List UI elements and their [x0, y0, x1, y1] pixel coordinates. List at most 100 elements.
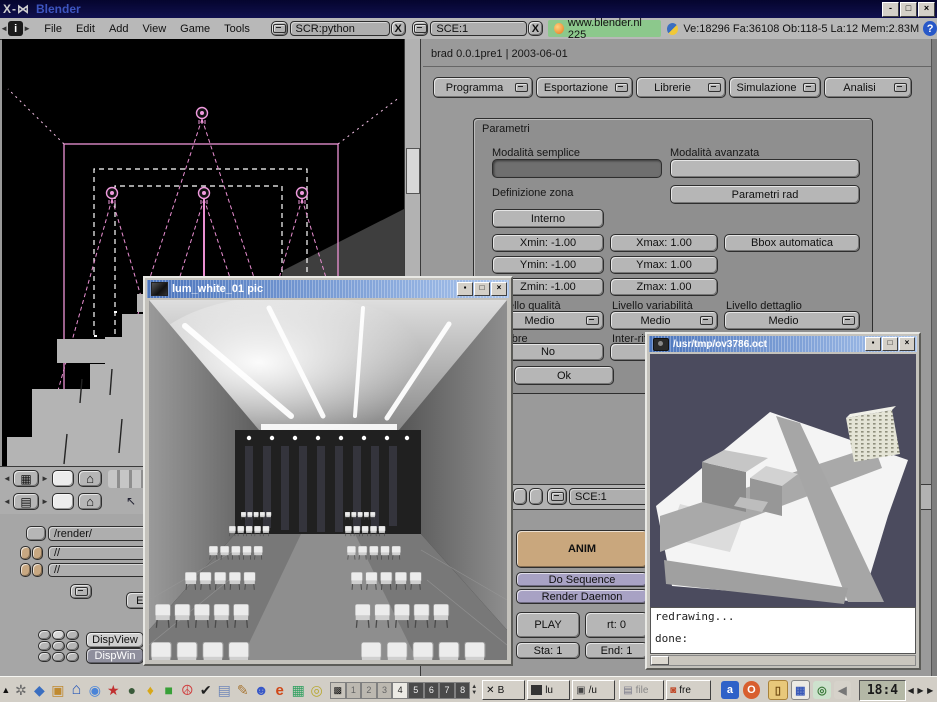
clock-prev-arrow[interactable]: ◀ — [906, 686, 916, 695]
grid-button-6[interactable] — [66, 641, 79, 651]
task-file[interactable]: ▤file — [619, 680, 664, 700]
backbuf-picker-button[interactable] — [20, 546, 31, 560]
grid-button-3[interactable] — [66, 630, 79, 640]
render-scene-field[interactable]: SCE:1 — [569, 488, 653, 505]
oct-close-button[interactable]: × — [899, 337, 915, 351]
panel-hide-arrow[interactable]: ▲ — [0, 685, 12, 695]
header1-right-arrow-icon[interactable]: ► — [41, 474, 49, 483]
pager-desktop-5[interactable]: 5 — [408, 682, 424, 699]
minimize-button[interactable]: - — [882, 2, 899, 17]
blender-link[interactable]: www.blender.nl 225 — [548, 20, 662, 37]
globe-icon[interactable]: ◉ — [86, 680, 104, 700]
pen-icon[interactable]: ✎ — [233, 680, 251, 700]
grid-button-7[interactable] — [38, 652, 51, 662]
ymax-field[interactable]: Ymax: 1.00 — [610, 256, 718, 274]
pic-maximize-button[interactable]: □ — [474, 282, 490, 296]
bird-icon[interactable]: ✔ — [197, 680, 215, 700]
render-path-picker-button[interactable] — [26, 526, 46, 541]
librerie-menu[interactable]: Librerie — [636, 77, 726, 98]
clock-next-arrow[interactable]: ▶ — [916, 686, 926, 695]
menu-game[interactable]: Game — [173, 23, 217, 35]
dispwin-button[interactable]: DispWin — [86, 648, 144, 664]
parametri-rad-button[interactable]: Parametri rad — [670, 185, 860, 204]
maximize-button[interactable]: □ — [900, 2, 917, 17]
lock-tray-icon[interactable]: a — [721, 681, 739, 699]
menu-add[interactable]: Add — [102, 23, 136, 35]
sta-field[interactable]: Sta: 1 — [516, 642, 580, 659]
home-icon[interactable]: ⌂ — [78, 470, 102, 487]
ok-button[interactable]: Ok — [514, 366, 614, 385]
scene-link-dropdown[interactable] — [70, 584, 92, 599]
header2-right-arrow-icon[interactable]: ► — [41, 497, 49, 506]
menu-right-arrow-icon[interactable]: ► — [23, 24, 31, 33]
monitor-icon[interactable]: ▦ — [289, 680, 307, 700]
viewport-scroll-thumb[interactable] — [406, 148, 420, 194]
scene-close-button[interactable]: X — [528, 21, 543, 36]
simulazione-menu[interactable]: Simulazione — [729, 77, 821, 98]
calendar-tray-icon[interactable]: ▦ — [791, 680, 811, 700]
app-menu-button[interactable]: i — [8, 21, 23, 36]
menu-edit[interactable]: Edit — [69, 23, 102, 35]
document-icon[interactable]: ▤ — [215, 680, 233, 700]
close-button[interactable]: × — [918, 2, 935, 17]
analisi-menu[interactable]: Analisi — [824, 77, 912, 98]
pager-desktop-8[interactable]: 8 — [455, 682, 471, 699]
render-scene-dropdown[interactable] — [547, 488, 567, 505]
gear-icon[interactable]: ✲ — [12, 680, 30, 700]
task-lum-window[interactable]: lu — [527, 680, 570, 700]
header2-left-arrow-icon[interactable]: ◄ — [3, 497, 11, 506]
home2-icon[interactable]: ⌂ — [78, 493, 102, 510]
modalita-semplice-field[interactable] — [492, 159, 662, 178]
xmin-field[interactable]: Xmin: -1.00 — [492, 234, 604, 252]
scene-field[interactable]: SCE:1 — [430, 21, 527, 36]
end-field[interactable]: End: 1 — [585, 642, 648, 659]
screen-close-button[interactable]: X — [391, 21, 406, 36]
oct-minimize-button[interactable]: ▪ — [865, 337, 881, 351]
render-header-button-2[interactable] — [529, 488, 543, 505]
zmax-field[interactable]: Zmax: 1.00 — [610, 278, 718, 296]
help-button[interactable]: ? — [923, 21, 937, 36]
variabilita-dropdown[interactable]: Medio — [610, 311, 718, 330]
programma-menu[interactable]: Programma — [433, 77, 533, 98]
panel-expand-arrow[interactable]: ▶ — [925, 686, 935, 695]
home-launcher-icon[interactable]: ⌂ — [67, 680, 85, 700]
pic-titlebar[interactable]: lum_white_01 pic ▪ □ × — [147, 280, 509, 298]
pager-desktop-6[interactable]: 6 — [424, 682, 440, 699]
pager-desktop-7[interactable]: 7 — [439, 682, 455, 699]
grid-button-8[interactable] — [52, 652, 65, 662]
ftype-picker-button[interactable] — [20, 563, 31, 577]
menu-file[interactable]: File — [37, 23, 69, 35]
dettaglio-dropdown[interactable]: Medio — [724, 311, 860, 330]
taskbar-clock[interactable]: 18:4 — [859, 680, 906, 701]
dispview-button[interactable]: DispView — [86, 632, 144, 648]
window-tool-icon[interactable]: ▣ — [49, 680, 67, 700]
scrollbar-thumb[interactable] — [651, 656, 669, 665]
bbox-automatica-button[interactable]: Bbox automatica — [724, 234, 860, 252]
pager-mode-button[interactable]: ▩ — [330, 682, 346, 699]
world-icon[interactable]: ● — [123, 680, 141, 700]
grid-button-5[interactable] — [52, 641, 65, 651]
lifebuoy-icon[interactable]: ☮ — [178, 680, 196, 700]
window-titlebar[interactable]: X-⋈ Blender - □ × — [0, 0, 937, 18]
screen-field[interactable]: SCR:python — [290, 21, 390, 36]
browser-icon[interactable]: e — [270, 680, 288, 700]
header1-left-arrow-icon[interactable]: ◄ — [3, 474, 11, 483]
volume-tray-icon[interactable]: ◀ — [834, 681, 852, 699]
oct-maximize-button[interactable]: □ — [882, 337, 898, 351]
backbuf-toggle-button[interactable] — [32, 546, 43, 560]
do-sequence-button[interactable]: Do Sequence — [516, 572, 648, 587]
clipboard-tray-icon[interactable]: ▯ — [768, 680, 788, 700]
oct-titlebar[interactable]: /usr/tmp/ov3786.oct ▪ □ × — [649, 336, 917, 352]
power-tray-icon[interactable]: O — [743, 681, 761, 699]
cursor-tool-icon[interactable]: ↖ — [126, 494, 136, 508]
fullscreen2-icon[interactable] — [52, 493, 74, 510]
duck-icon[interactable]: ♦ — [141, 680, 159, 700]
buttons-window-icon[interactable]: ▤ — [13, 493, 39, 510]
cd-tray-icon[interactable]: ◎ — [813, 681, 831, 699]
grid-button-4[interactable] — [38, 641, 51, 651]
fullscreen-icon[interactable] — [52, 470, 74, 487]
pager-desktop-3[interactable]: 3 — [377, 682, 393, 699]
grid-button-9[interactable] — [66, 652, 79, 662]
grid-view-icon[interactable]: ▦ — [13, 470, 39, 487]
menu-tools[interactable]: Tools — [217, 23, 257, 35]
